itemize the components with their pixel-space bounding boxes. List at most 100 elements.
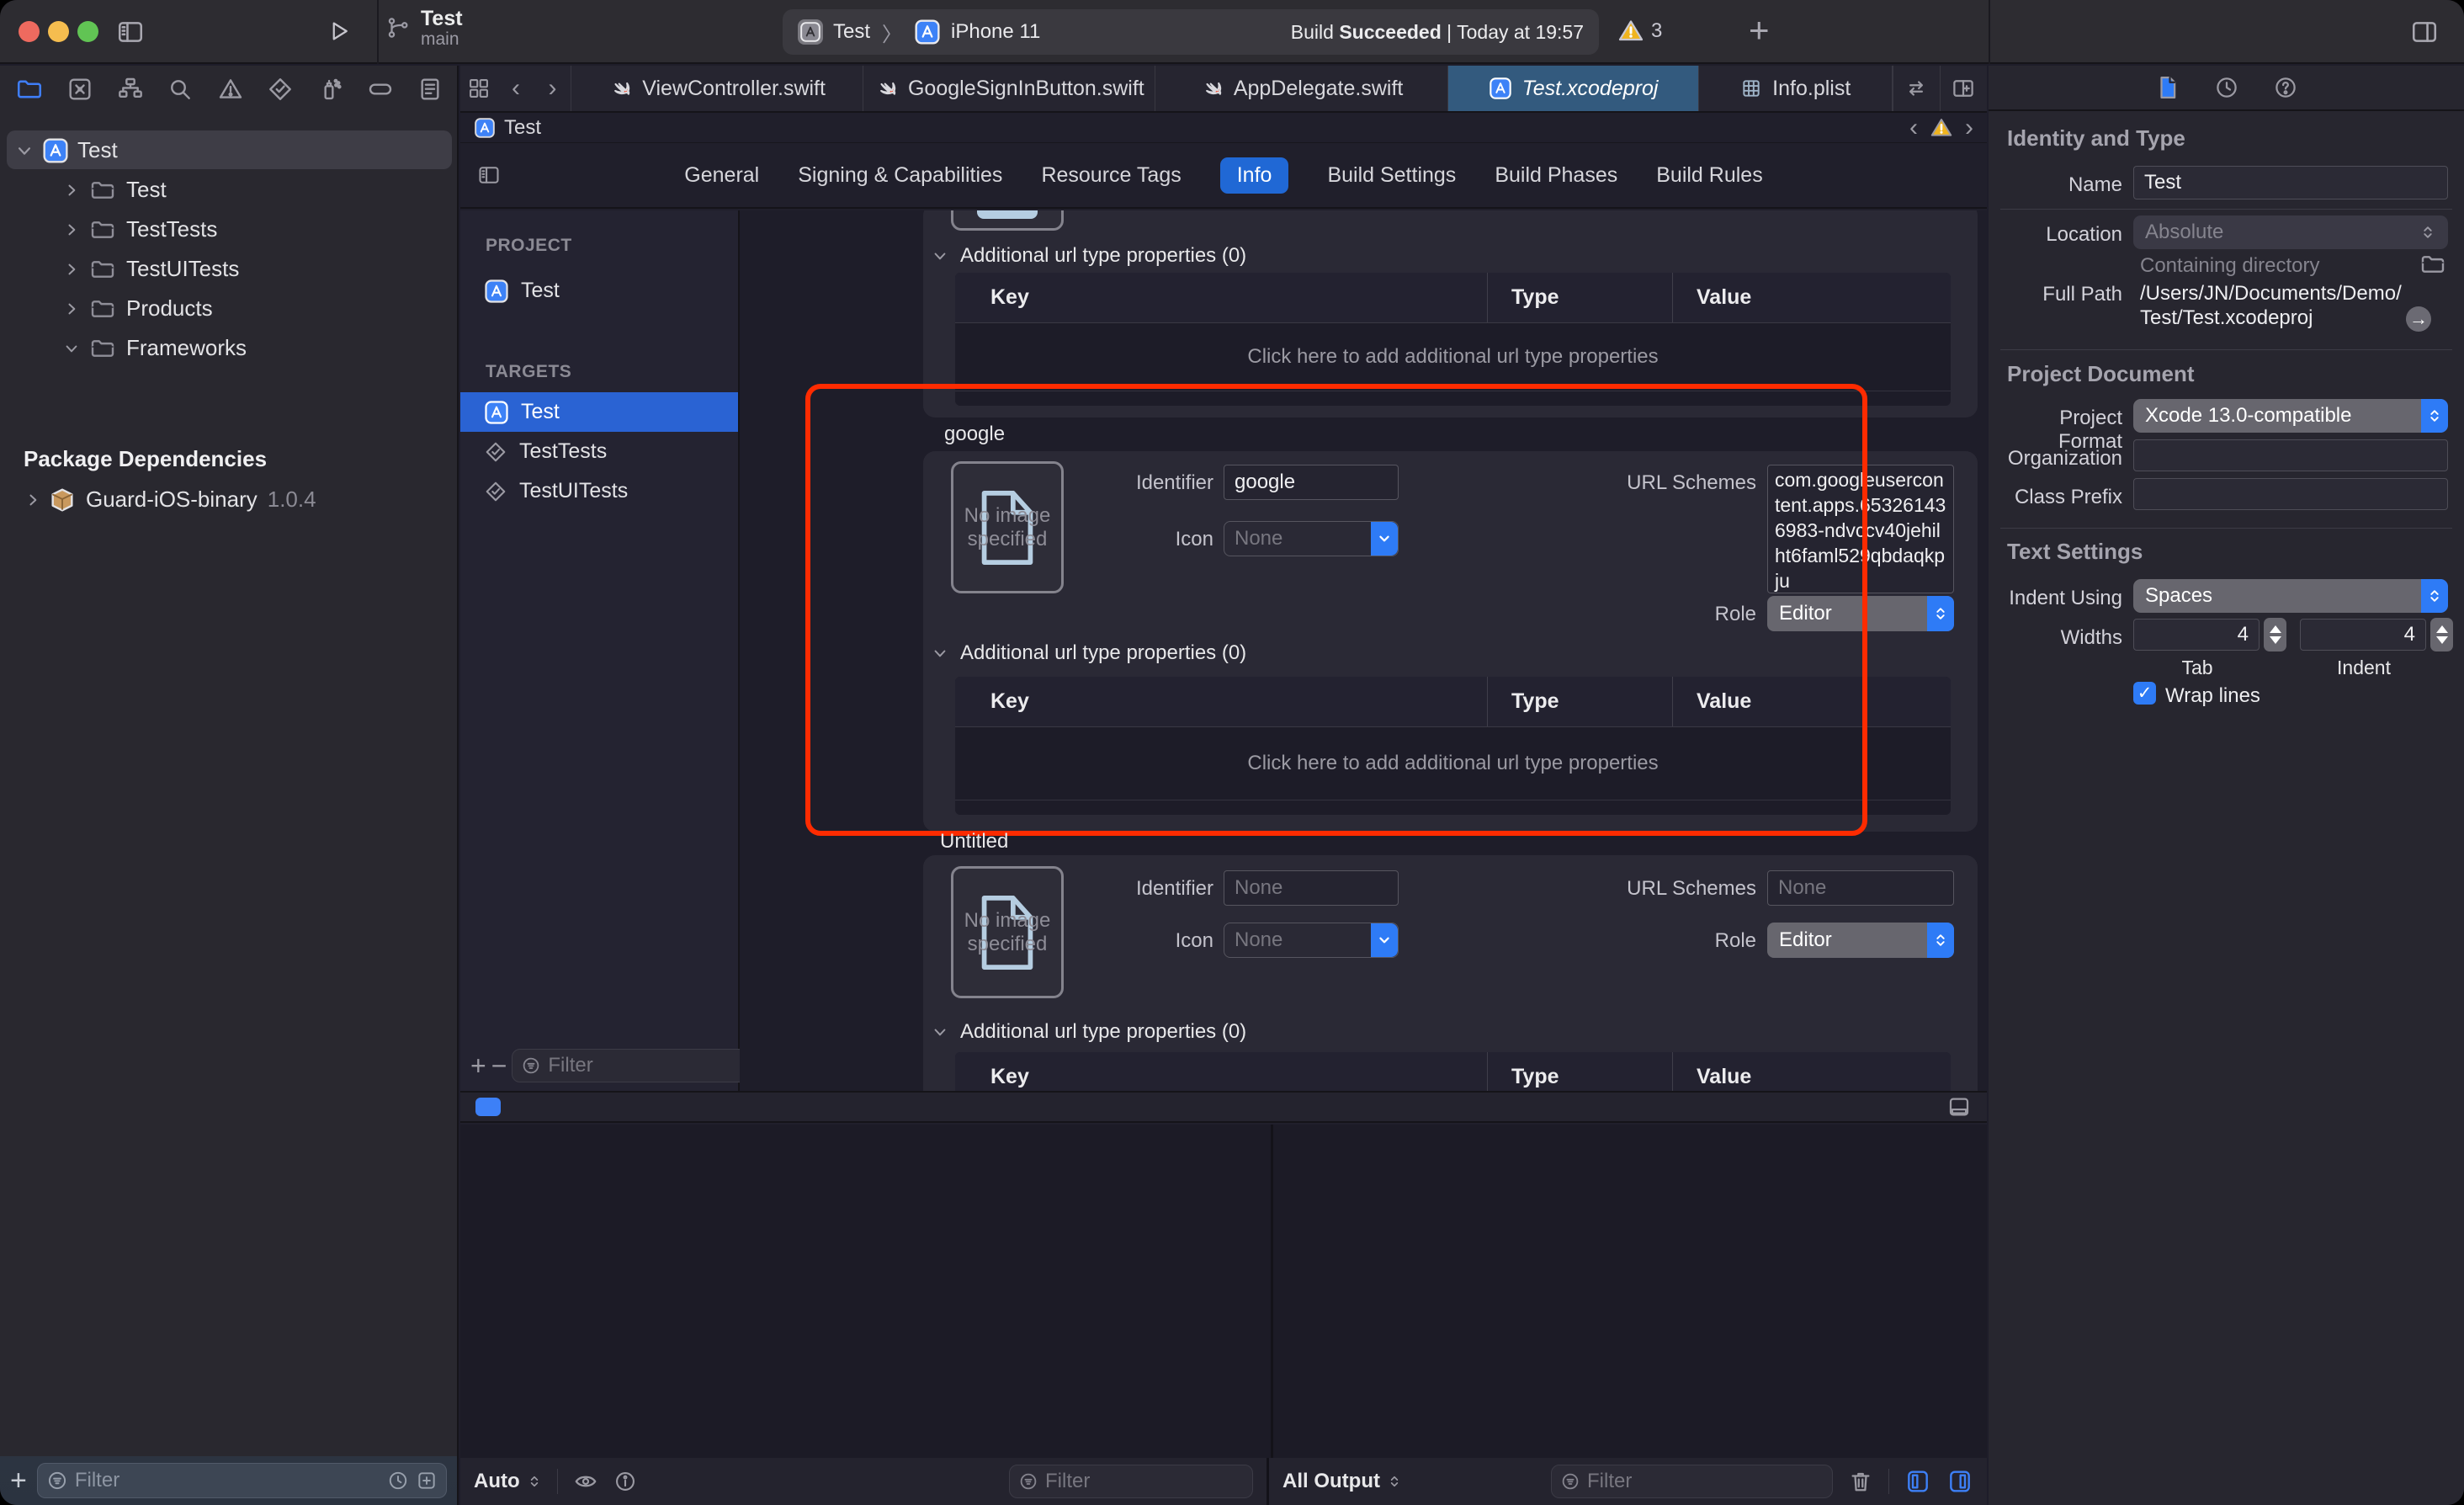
console-view[interactable] <box>1273 1125 1987 1458</box>
report-navigator-icon[interactable] <box>417 76 443 103</box>
breadcrumb[interactable]: Test <box>504 116 541 140</box>
tab-test-xcodeproj[interactable]: Test.xcodeproj <box>1448 66 1700 111</box>
table-empty-message[interactable]: Click here to add additional url type pr… <box>955 323 1951 391</box>
tab-appdelegate[interactable]: AppDelegate.swift <box>1155 66 1447 111</box>
console-filter-input[interactable] <box>1587 1470 1824 1493</box>
issue-warning-icon[interactable] <box>1930 117 1953 139</box>
image-well-partial[interactable] <box>951 210 1064 231</box>
minimize-window-button[interactable] <box>48 21 69 42</box>
location-dropdown[interactable]: Absolute <box>2133 215 2448 249</box>
split-editor-icon[interactable] <box>1940 66 1987 111</box>
chevron-right-icon[interactable] <box>59 300 84 317</box>
close-window-button[interactable] <box>19 21 40 42</box>
target-row-test[interactable]: Test <box>460 392 738 432</box>
test-navigator-icon[interactable] <box>267 76 294 103</box>
variables-view[interactable] <box>460 1125 1273 1458</box>
tab-info[interactable]: Info <box>1220 157 1289 194</box>
activity-view[interactable]: Test 〉 iPhone 11 Build Succeeded | Today… <box>783 9 1599 55</box>
column-type[interactable]: Type <box>1487 273 1672 322</box>
choose-folder-icon[interactable] <box>2419 251 2446 278</box>
file-inspector-icon[interactable] <box>2155 75 2180 100</box>
show-console-panel-icon[interactable] <box>1946 1468 1973 1495</box>
navigator-filter-field[interactable] <box>37 1463 447 1498</box>
icon-dropdown-untitled[interactable]: None <box>1224 923 1399 958</box>
column-type[interactable]: Type <box>1487 1052 1672 1091</box>
chevron-right-icon[interactable] <box>59 221 84 238</box>
collapse-targets-list-icon[interactable] <box>477 162 501 188</box>
quicklook-eye-icon[interactable] <box>573 1469 598 1494</box>
column-value[interactable]: Value <box>1672 273 1951 322</box>
find-navigator-icon[interactable] <box>167 76 194 103</box>
project-format-dropdown[interactable]: Xcode 13.0-compatible <box>2133 399 2448 433</box>
indent-width-field[interactable]: 4 <box>2300 619 2426 651</box>
tree-item-testtests[interactable]: TestTests <box>0 210 459 249</box>
destination-name[interactable]: iPhone 11 <box>951 20 1040 44</box>
image-well[interactable]: No image specified <box>951 866 1064 998</box>
column-value[interactable]: Value <box>1672 1052 1951 1091</box>
additional-properties-header[interactable]: Additional url type properties (0) <box>932 1020 1246 1044</box>
debug-navigator-icon[interactable] <box>316 76 343 103</box>
role-dropdown-untitled[interactable]: Editor <box>1767 923 1954 958</box>
issue-navigator-icon[interactable] <box>217 76 244 103</box>
tab-build-rules[interactable]: Build Rules <box>1656 163 1762 188</box>
breakpoint-navigator-icon[interactable] <box>367 76 394 103</box>
maximize-window-button[interactable] <box>77 21 98 42</box>
hide-console-panel-icon[interactable] <box>1946 1094 1972 1119</box>
tab-width-stepper[interactable] <box>2264 618 2286 651</box>
clear-console-trash-icon[interactable] <box>1848 1469 1873 1494</box>
navigator-filter-input[interactable] <box>75 1469 380 1492</box>
tab-viewcontroller[interactable]: ViewController.swift <box>571 66 863 111</box>
target-row-testtests[interactable]: TestTests <box>460 432 738 471</box>
tree-item-testuitests[interactable]: TestUITests <box>0 249 459 289</box>
additional-properties-header[interactable]: Additional url type properties (0) <box>932 244 1246 268</box>
tree-item-frameworks[interactable]: Frameworks <box>0 328 459 368</box>
project-row-test[interactable]: Test <box>460 271 738 311</box>
tab-build-settings[interactable]: Build Settings <box>1327 163 1456 188</box>
remove-target-button[interactable]: − <box>491 1050 507 1082</box>
name-field[interactable]: Test <box>2133 166 2448 199</box>
recent-files-clock-icon[interactable] <box>387 1470 409 1492</box>
target-row-testuitests[interactable]: TestUITests <box>460 471 738 511</box>
column-key[interactable]: Key <box>955 273 1487 322</box>
tab-general[interactable]: General <box>684 163 759 188</box>
console-scope-dropdown[interactable]: All Output <box>1282 1470 1402 1493</box>
tree-item-test-folder[interactable]: Test <box>0 170 459 210</box>
forward-button[interactable]: › <box>534 66 571 111</box>
indent-width-stepper[interactable] <box>2430 618 2453 651</box>
tab-width-field[interactable]: 4 <box>2133 619 2260 651</box>
identifier-field-untitled[interactable]: None <box>1224 870 1399 906</box>
previous-issue-button[interactable]: ‹ <box>1909 114 1918 142</box>
tab-build-phases[interactable]: Build Phases <box>1495 163 1617 188</box>
variables-scope-dropdown[interactable]: Auto <box>474 1470 542 1493</box>
indent-using-dropdown[interactable]: Spaces <box>2133 579 2448 613</box>
toggle-navigator-icon[interactable] <box>116 18 145 46</box>
add-editor-button[interactable]: + <box>1749 10 1770 51</box>
chevron-down-icon[interactable] <box>932 1024 948 1040</box>
chevron-right-icon[interactable] <box>20 492 45 508</box>
source-control-status-icon[interactable] <box>416 1470 438 1492</box>
debug-area-active-icon[interactable] <box>475 1098 501 1116</box>
tab-info-plist[interactable]: Info.plist <box>1699 66 1893 111</box>
variables-filter-field[interactable] <box>1009 1465 1253 1498</box>
scheme-name[interactable]: Test <box>833 20 870 44</box>
help-inspector-icon[interactable] <box>2273 75 2298 100</box>
chevron-down-icon[interactable] <box>59 340 84 357</box>
tab-resource-tags[interactable]: Resource Tags <box>1041 163 1181 188</box>
open-path-arrow-icon[interactable]: → <box>2406 306 2431 332</box>
variables-filter-input[interactable] <box>1045 1470 1244 1493</box>
chevron-right-icon[interactable] <box>59 261 84 278</box>
add-target-button[interactable]: + <box>470 1050 486 1082</box>
console-filter-field[interactable] <box>1551 1465 1833 1498</box>
url-schemes-field-untitled[interactable]: None <box>1767 870 1954 906</box>
organization-field[interactable] <box>2133 439 2448 471</box>
add-file-button[interactable]: + <box>10 1465 27 1497</box>
related-items-icon[interactable] <box>460 66 497 111</box>
next-issue-button[interactable]: › <box>1965 114 1973 142</box>
project-navigator-icon[interactable] <box>15 75 44 104</box>
tree-item-products[interactable]: Products <box>0 289 459 328</box>
chevron-down-icon[interactable] <box>12 141 37 160</box>
tree-item-project-test[interactable]: Test <box>0 130 459 170</box>
run-button[interactable] <box>327 19 352 44</box>
wrap-lines-checkbox[interactable]: ✓ <box>2133 682 2156 705</box>
tree-item-package-guard[interactable]: Guard-iOS-binary 1.0.4 <box>0 480 459 519</box>
